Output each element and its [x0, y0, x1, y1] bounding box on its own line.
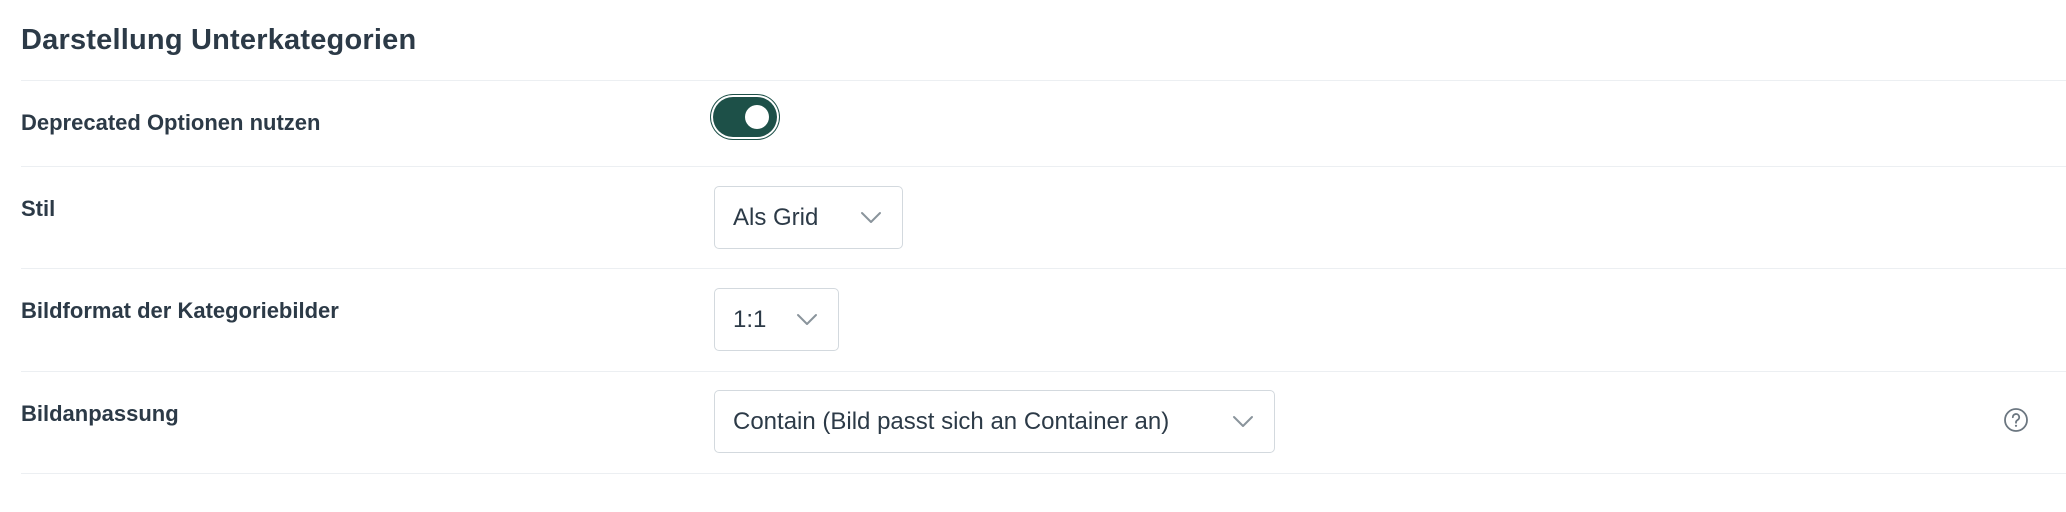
divider [21, 268, 2066, 269]
deprecated-options-toggle[interactable] [713, 97, 777, 137]
chevron-down-icon [861, 211, 881, 223]
divider [21, 80, 2066, 81]
style-select-value: Als Grid [733, 203, 819, 231]
deprecated-options-label: Deprecated Optionen nutzen [21, 110, 321, 135]
image-format-label: Bildformat der Kategoriebilder [21, 298, 339, 323]
subcategory-display-section: Darstellung Unterkategorien Deprecated O… [0, 0, 2066, 512]
chevron-down-icon [1233, 415, 1253, 427]
help-icon[interactable] [2003, 407, 2029, 433]
divider [21, 371, 2066, 372]
image-format-select-value: 1:1 [733, 305, 767, 333]
toggle-knob [745, 105, 769, 129]
image-fit-select-value: Contain (Bild passt sich an Container an… [733, 407, 1170, 435]
divider [21, 166, 2066, 167]
style-label: Stil [21, 196, 56, 221]
section-title: Darstellung Unterkategorien [21, 24, 417, 56]
chevron-down-icon [797, 313, 817, 325]
image-fit-label: Bildanpassung [21, 401, 179, 426]
image-format-select[interactable]: 1:1 [714, 288, 839, 351]
divider [21, 473, 2066, 474]
style-select[interactable]: Als Grid [714, 186, 903, 249]
image-fit-select[interactable]: Contain (Bild passt sich an Container an… [714, 390, 1275, 453]
